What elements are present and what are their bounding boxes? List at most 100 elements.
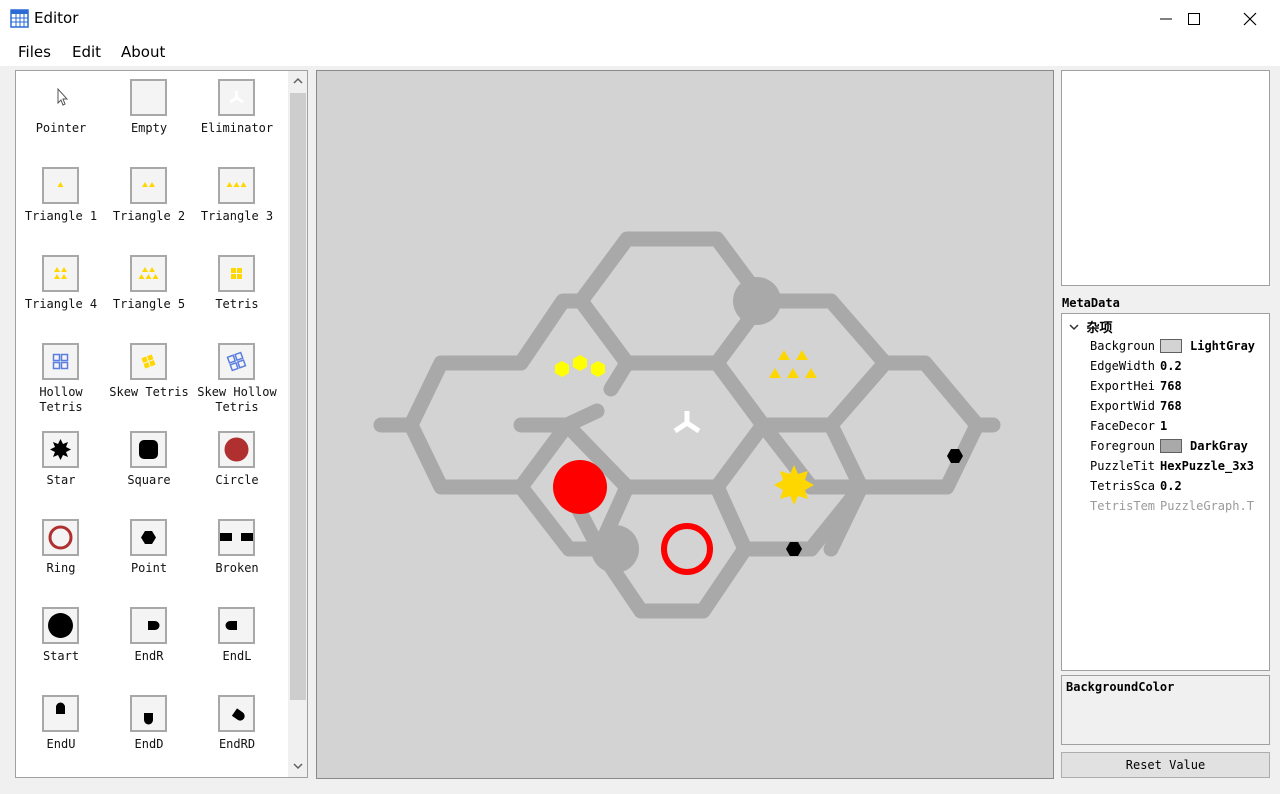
tool-skew-tetris[interactable]: Skew Tetris	[105, 339, 193, 425]
tool-label: Triangle 2	[112, 209, 186, 223]
star-icon	[50, 439, 71, 460]
tool-label: Broken	[215, 561, 259, 575]
red-circle-symbol	[553, 460, 607, 514]
tool-label: Start	[42, 649, 80, 663]
window-title: Editor	[34, 9, 79, 27]
property-value: 0.2	[1160, 479, 1182, 493]
property-grid: 杂项 Backgroun LightGray EdgeWidth 0.2 Exp…	[1061, 313, 1270, 671]
tool-square[interactable]: Square	[105, 427, 193, 513]
end-up-icon	[56, 702, 65, 714]
skew-hollow-tetris-icon	[226, 351, 247, 372]
tool-end-up[interactable]: EndU	[17, 691, 105, 777]
app-icon	[10, 9, 29, 28]
eliminator-symbol	[673, 411, 701, 434]
broken-icon	[220, 533, 253, 541]
property-value: 1	[1160, 419, 1168, 433]
tool-label: EndD	[134, 737, 164, 751]
tool-label: Tetris	[215, 297, 259, 311]
hollow-tetris-icon	[52, 353, 69, 370]
tool-label: Point	[130, 561, 168, 575]
color-swatch	[1160, 439, 1182, 453]
menu-bar: Files Edit About	[0, 38, 770, 66]
property-row[interactable]: Backgroun LightGray	[1062, 336, 1269, 356]
property-row[interactable]: TetrisTem PuzzleGraph.T	[1062, 496, 1269, 516]
tool-start[interactable]: Start	[17, 603, 105, 689]
end-right-icon	[148, 621, 160, 630]
chevron-down-icon[interactable]	[1068, 321, 1082, 333]
tool-skew-hollow-tetris[interactable]: Skew Hollow Tetris	[193, 339, 281, 425]
property-row[interactable]: ExportHei 768	[1062, 376, 1269, 396]
property-row[interactable]: TetrisSca 0.2	[1062, 476, 1269, 496]
property-name: ExportWid	[1090, 399, 1156, 413]
tool-label: Triangle 4	[24, 297, 98, 311]
tool-triangle-5[interactable]: Triangle 5	[105, 251, 193, 337]
tool-end-left[interactable]: EndL	[193, 603, 281, 689]
color-swatch	[1160, 339, 1182, 353]
reset-value-button[interactable]: Reset Value	[1061, 752, 1270, 778]
property-name: EdgeWidth	[1090, 359, 1156, 373]
property-name: PuzzleTit	[1090, 459, 1156, 473]
property-value: 0.2	[1160, 359, 1182, 373]
property-row[interactable]: ExportWid 768	[1062, 396, 1269, 416]
property-row[interactable]: FaceDecor 1	[1062, 416, 1269, 436]
tool-label: Ring	[46, 561, 76, 575]
tool-ring[interactable]: Ring	[17, 515, 105, 601]
tetris-icon	[231, 268, 242, 279]
scroll-down-icon[interactable]	[292, 760, 304, 772]
tool-label: EndR	[134, 649, 164, 663]
triangle-5-icon	[138, 267, 159, 279]
tool-end-right-down[interactable]: EndRD	[193, 691, 281, 777]
tool-empty[interactable]: Empty	[105, 75, 193, 161]
triangle-2-icon	[142, 182, 155, 187]
tool-label: EndRD	[218, 737, 256, 751]
triangle-3-icon	[226, 182, 247, 187]
tool-point[interactable]: Point	[105, 515, 193, 601]
tool-hollow-tetris[interactable]: Hollow Tetris	[17, 339, 105, 425]
property-name: Foregroun	[1090, 439, 1156, 453]
tool-broken[interactable]: Broken	[193, 515, 281, 601]
ring-icon	[48, 525, 73, 550]
property-value: HexPuzzle_3x3	[1160, 459, 1254, 473]
tool-eliminator[interactable]: Eliminator	[193, 75, 281, 161]
tool-triangle-4[interactable]: Triangle 4	[17, 251, 105, 337]
puzzle-canvas[interactable]	[316, 70, 1054, 779]
tool-label: Square	[127, 473, 171, 487]
tool-label: EndU	[46, 737, 76, 751]
property-row[interactable]: EdgeWidth 0.2	[1062, 356, 1269, 376]
property-description: BackgroundColor	[1061, 675, 1270, 745]
tool-tetris[interactable]: Tetris	[193, 251, 281, 337]
skew-tetris-icon	[141, 354, 156, 369]
tool-triangle-2[interactable]: Triangle 2	[105, 163, 193, 249]
tool-pointer[interactable]: Pointer	[17, 75, 105, 161]
property-row[interactable]: Foregroun DarkGray	[1062, 436, 1269, 456]
property-value: 768	[1160, 399, 1182, 413]
property-name: Backgroun	[1090, 339, 1156, 353]
end-right-down-icon	[231, 708, 245, 721]
tool-label: Eliminator	[200, 121, 274, 135]
start-node[interactable]	[733, 277, 781, 325]
property-name: TetrisTem	[1090, 499, 1156, 513]
maximize-icon	[1188, 13, 1200, 25]
tool-end-right[interactable]: EndR	[105, 603, 193, 689]
tool-star[interactable]: Star	[17, 427, 105, 513]
menu-about[interactable]: About	[121, 43, 165, 61]
close-icon	[1243, 12, 1257, 26]
category-row[interactable]: 杂项	[1068, 317, 1113, 336]
tool-triangle-1[interactable]: Triangle 1	[17, 163, 105, 249]
start-node[interactable]	[591, 525, 639, 573]
tool-end-down[interactable]: EndD	[105, 691, 193, 777]
maximize-button[interactable]	[1166, 0, 1222, 38]
menu-edit[interactable]: Edit	[72, 43, 101, 61]
tool-triangle-3[interactable]: Triangle 3	[193, 163, 281, 249]
circle-icon	[224, 437, 249, 462]
hex-puzzle[interactable]	[317, 71, 1053, 778]
toolbox-scroll-thumb[interactable]	[290, 93, 306, 700]
triangle-1-icon	[57, 182, 64, 187]
menu-files[interactable]: Files	[18, 43, 51, 61]
point-icon	[141, 531, 156, 544]
close-button[interactable]	[1222, 0, 1278, 38]
scroll-up-icon[interactable]	[292, 75, 304, 87]
property-row[interactable]: PuzzleTit HexPuzzle_3x3	[1062, 456, 1269, 476]
tool-circle[interactable]: Circle	[193, 427, 281, 513]
end-left-icon	[225, 621, 237, 630]
